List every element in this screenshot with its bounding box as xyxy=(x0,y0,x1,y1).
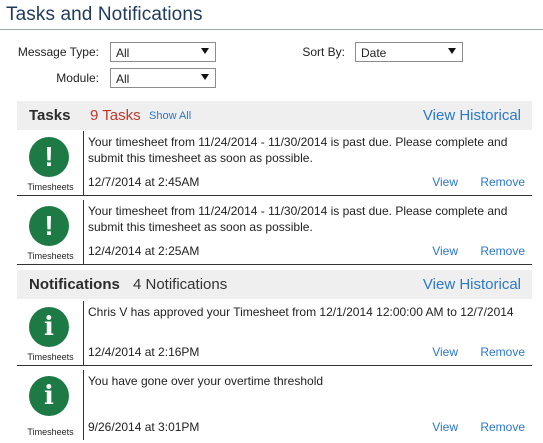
notification-message: Chris V has approved your Timesheet from… xyxy=(88,305,514,319)
view-link[interactable]: View xyxy=(432,175,458,189)
info-icon: i xyxy=(29,376,69,416)
notifications-section-header: Notifications 4 Notifications View Histo… xyxy=(17,270,532,299)
notification-icon-column: i Timesheets xyxy=(17,301,84,365)
task-module: Timesheets xyxy=(27,182,74,192)
chevron-down-icon xyxy=(201,48,209,54)
notification-date: 12/4/2014 at 2:16PM xyxy=(88,345,200,359)
module-label: Module: xyxy=(56,71,99,85)
module-value: All xyxy=(116,72,130,86)
remove-link[interactable]: Remove xyxy=(480,345,525,359)
remove-link[interactable]: Remove xyxy=(480,244,525,258)
task-icon-column: ! Timesheets xyxy=(17,131,84,195)
notifications-view-historical-link[interactable]: View Historical xyxy=(423,276,521,293)
message-type-select[interactable]: All xyxy=(110,42,216,62)
tasks-view-historical-link[interactable]: View Historical xyxy=(423,107,521,124)
task-icon-column: ! Timesheets xyxy=(17,200,84,264)
tasks-section-header: Tasks 9 Tasks Show All View Historical xyxy=(17,101,532,130)
view-link[interactable]: View xyxy=(432,345,458,359)
tasks-count: 9 Tasks xyxy=(90,107,141,124)
chevron-down-icon xyxy=(201,74,209,80)
task-item: ! Timesheets Your timesheet from 11/24/2… xyxy=(17,131,532,196)
remove-link[interactable]: Remove xyxy=(480,175,525,189)
exclamation-icon: ! xyxy=(29,206,69,246)
show-all-link[interactable]: Show All xyxy=(149,110,191,122)
panel-header: Tasks and Notifications xyxy=(0,0,543,30)
message-type-value: All xyxy=(116,46,130,60)
message-type-label: Message Type: xyxy=(17,45,99,59)
sort-by-select[interactable]: Date xyxy=(355,42,463,62)
panel-title: Tasks and Notifications xyxy=(6,4,203,25)
remove-link[interactable]: Remove xyxy=(480,420,525,434)
notification-module: Timesheets xyxy=(27,427,74,437)
notification-module: Timesheets xyxy=(27,352,74,362)
task-date: 12/7/2014 at 2:45AM xyxy=(88,175,200,189)
notification-item: i Timesheets You have gone over your ove… xyxy=(17,370,532,440)
notification-date: 9/26/2014 at 3:01PM xyxy=(88,420,200,434)
exclamation-icon: ! xyxy=(29,137,69,177)
task-item: ! Timesheets Your timesheet from 11/24/2… xyxy=(17,200,532,265)
notification-item: i Timesheets Chris V has approved your T… xyxy=(17,301,532,366)
sort-by-label: Sort By: xyxy=(302,45,345,59)
view-link[interactable]: View xyxy=(432,420,458,434)
notification-icon-column: i Timesheets xyxy=(17,370,84,440)
task-message: Your timesheet from 11/24/2014 - 11/30/2… xyxy=(88,135,508,165)
module-select[interactable]: All xyxy=(110,68,216,88)
chevron-down-icon xyxy=(448,48,456,54)
task-module: Timesheets xyxy=(27,251,74,261)
notification-message: You have gone over your overtime thresho… xyxy=(88,374,324,388)
tasks-title: Tasks xyxy=(29,107,71,124)
task-date: 12/4/2014 at 2:25AM xyxy=(88,244,200,258)
sort-by-value: Date xyxy=(361,46,387,60)
task-message: Your timesheet from 11/24/2014 - 11/30/2… xyxy=(88,204,508,234)
notifications-title: Notifications xyxy=(29,276,120,293)
info-icon: i xyxy=(29,307,69,347)
view-link[interactable]: View xyxy=(432,244,458,258)
notifications-count: 4 Notifications xyxy=(133,276,228,293)
